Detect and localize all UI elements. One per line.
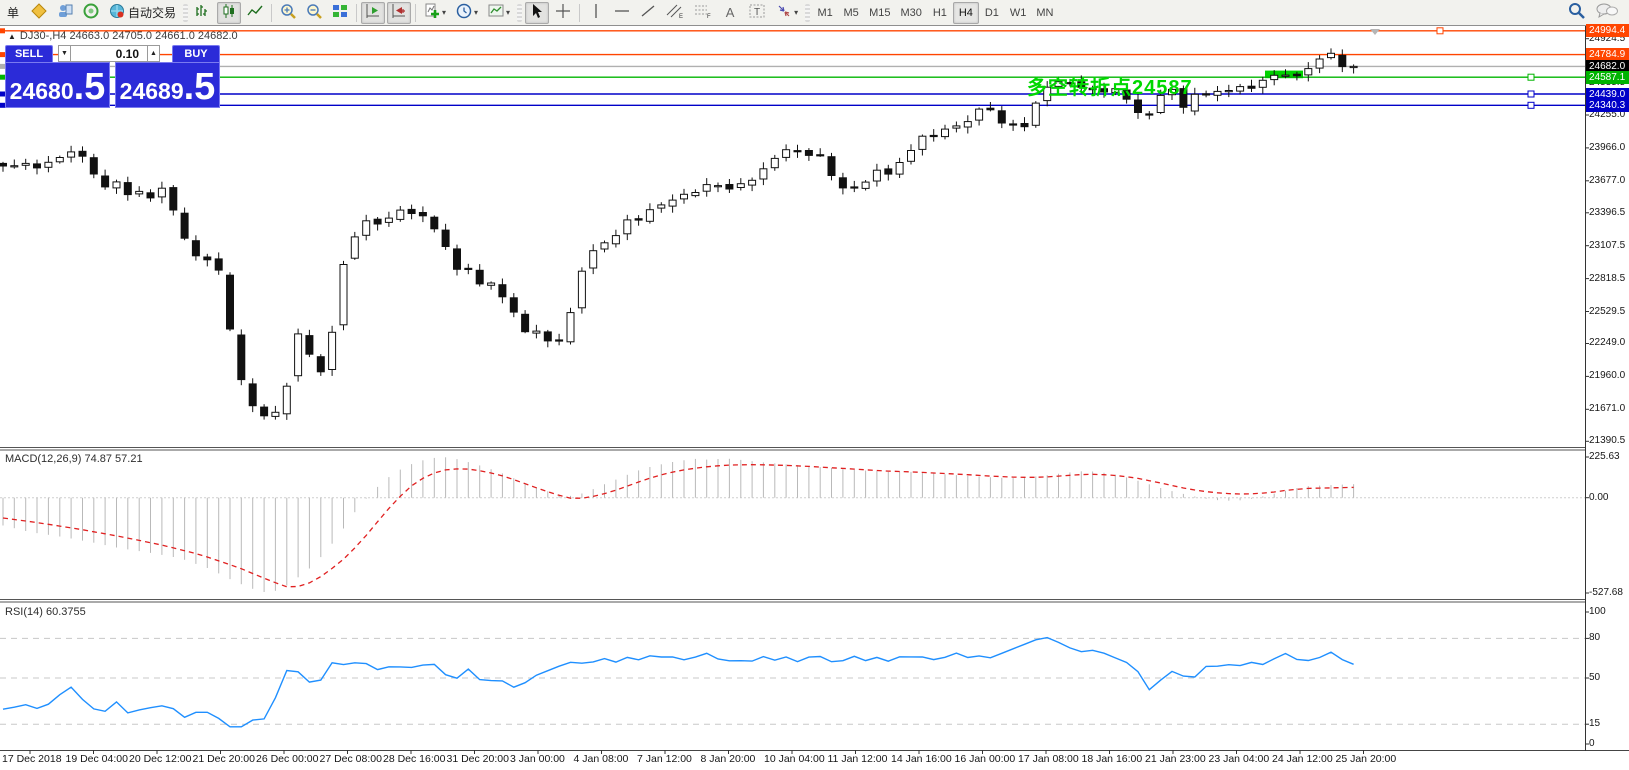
time-axis-label: 18 Jan 16:00 [1082,753,1143,765]
symbol-ohlc-text: DJ30-,H4 24663.0 24705.0 24661.0 24682.0 [20,30,238,42]
chart-annotation-text[interactable]: 多空转折点24587 [1027,71,1193,100]
time-axis-label: 27 Dec 08:00 [320,753,382,765]
buy-price-main: 24689 [120,80,184,103]
one-click-top-row: SELL ▼ 0.10 ▲ BUY [5,45,220,62]
volume-increase-button[interactable]: ▲ [147,45,160,62]
volume-decrease-button[interactable]: ▼ [58,45,71,62]
chart-window: ▲ DJ30-,H4 24663.0 24705.0 24661.0 24682.… [0,27,1629,770]
price-axis-label: 23107.5 [1589,240,1625,251]
macd-axis-label: -527.68 [1589,587,1623,598]
sell-price-main: 24680 [10,80,74,103]
time-axis-label: 26 Dec 00:00 [256,753,318,765]
time-axis-label: 17 Dec 2018 [2,753,62,765]
symbol-triangle-icon: ▲ [8,32,16,41]
time-axis-label: 24 Jan 12:00 [1272,753,1333,765]
shift-marker-icon [1370,29,1380,35]
price-axis-label: 23396.5 [1589,207,1625,218]
spinner-up-icon: ▲ [150,50,157,57]
macd-signal-line [3,465,1354,587]
price-tag-24340.3: 24340.3 [1586,99,1629,112]
time-axis-label: 11 Jan 12:00 [828,753,888,765]
rsi-axis-label: 50 [1589,672,1600,683]
macd-axis-label: 225.63 [1589,451,1620,462]
volume-input[interactable]: 0.10 [71,45,147,62]
time-axis-label: 7 Jan 12:00 [637,753,692,765]
buy-price-fraction: .5 [184,72,216,103]
time-axis-label: 8 Jan 20:00 [701,753,756,765]
price-axis-label: 21390.5 [1589,435,1625,446]
rsi-axis-label: 0 [1589,738,1595,749]
rsi-axis-label: 80 [1589,632,1600,643]
trading-terminal: 单 自动交易 [0,0,1629,770]
price-axis-label: 21671.0 [1589,403,1625,414]
time-axis-label: 19 Dec 04:00 [66,753,128,765]
time-axis-label: 31 Dec 20:00 [447,753,509,765]
time-axis-label: 20 Dec 12:00 [129,753,191,765]
symbol-ohlc-title: ▲ DJ30-,H4 24663.0 24705.0 24661.0 24682.… [8,30,238,42]
macd-indicator-label: MACD(12,26,9) 74.87 57.21 [5,453,143,465]
time-axis-label: 21 Dec 20:00 [193,753,255,765]
macd-axis-label: 0.00 [1589,492,1608,503]
price-axis-label: 23677.0 [1589,175,1625,186]
price-tag-24587.1: 24587.1 [1586,71,1629,84]
rsi-indicator-label: RSI(14) 60.3755 [5,606,86,618]
sell-price-display[interactable]: 24680.5 [5,62,110,108]
price-axis-label: 22818.5 [1589,273,1625,284]
time-axis-label: 23 Jan 04:00 [1209,753,1270,765]
price-axis-label: 21960.0 [1589,370,1625,381]
time-axis-label: 21 Jan 23:00 [1145,753,1206,765]
time-axis-label: 10 Jan 04:00 [764,753,825,765]
time-axis-label: 14 Jan 16:00 [891,753,952,765]
time-axis-label: 16 Jan 00:00 [955,753,1016,765]
price-tag-24994.4: 24994.4 [1586,24,1629,37]
rsi-axis-label: 100 [1589,606,1606,617]
sell-button[interactable]: SELL [5,45,53,62]
price-axis-label: 23966.0 [1589,142,1625,153]
time-axis-label: 3 Jan 00:00 [510,753,565,765]
rsi-line [3,638,1354,727]
chart-canvas[interactable] [0,0,1629,770]
spinner-down-icon: ▼ [61,50,68,57]
time-axis-label: 25 Jan 20:00 [1336,753,1397,765]
time-axis-label: 17 Jan 08:00 [1018,753,1079,765]
price-axis-label: 22249.0 [1589,337,1625,348]
volume-value: 0.10 [116,47,139,61]
rsi-axis-label: 15 [1589,718,1600,729]
buy-price-display[interactable]: 24689.5 [115,62,220,108]
buy-button-label: BUY [184,48,207,60]
buy-button[interactable]: BUY [172,45,220,62]
sell-button-label: SELL [15,48,43,60]
time-axis-label: 28 Dec 16:00 [383,753,445,765]
price-axis-label: 22529.5 [1589,306,1625,317]
sell-price-fraction: .5 [74,72,106,103]
one-click-trading-panel: SELL ▼ 0.10 ▲ BUY 24680.5 24689.5 [5,45,220,109]
time-axis-label: 4 Jan 08:00 [574,753,629,765]
